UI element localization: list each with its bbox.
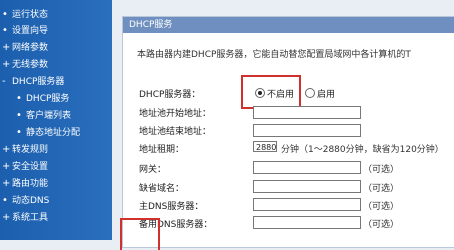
sidebar-item-dhcp-service[interactable]: • DHCP服务 — [0, 92, 112, 106]
pool-start-input[interactable] — [253, 106, 361, 119]
sidebar-item-label: 路由功能 — [12, 179, 49, 189]
sidebar-item-forwarding[interactable]: + 转发规则 — [0, 143, 112, 157]
bullet-icon: • — [2, 25, 8, 36]
sidebar-item-client-list[interactable]: • 客户端列表 — [0, 109, 112, 123]
bullet-icon: • — [16, 127, 22, 138]
lease-label: 地址租期： — [139, 145, 185, 155]
pool-end-label: 地址池结束地址： — [139, 127, 212, 137]
expand-icon: + — [2, 161, 11, 172]
dhcp-panel: DHCP服务 本路由器内建DHCP服务器，它能自动替您配置局域网中各计算机的T … — [122, 16, 454, 248]
lease-hint: 分钟（1～2880分钟，缺省为120分钟） — [281, 145, 444, 155]
dhcp-disable-label: 不启用 — [267, 90, 295, 100]
panel-title: DHCP服务 — [129, 20, 173, 30]
sidebar-item-label: 客户端列表 — [26, 111, 72, 121]
sidebar-item-label: 静态地址分配 — [26, 128, 81, 138]
sidebar-item-status[interactable]: • 运行状态 — [0, 8, 112, 22]
highlight-box — [120, 218, 160, 250]
bullet-icon: • — [2, 195, 8, 206]
dhcp-enable-radio[interactable] — [305, 88, 315, 98]
dns-primary-input[interactable] — [253, 198, 361, 211]
sidebar-item-wireless[interactable]: + 无线参数 — [0, 58, 112, 72]
domain-input[interactable] — [253, 180, 361, 193]
dhcp-enable-label: 启用 — [317, 90, 336, 100]
sidebar-item-ddns[interactable]: • 动态DNS — [0, 194, 112, 208]
bullet-icon: • — [16, 110, 22, 121]
dns-secondary-optional-hint: （可选） — [363, 220, 400, 230]
gateway-input[interactable] — [253, 161, 361, 174]
sidebar-item-label: 系统工具 — [12, 213, 49, 223]
domain-optional-hint: （可选） — [363, 184, 400, 194]
sidebar-item-label: 网络参数 — [12, 43, 49, 53]
sidebar-item-security[interactable]: + 安全设置 — [0, 160, 112, 174]
sidebar-item-label: 运行状态 — [12, 10, 49, 20]
dns-primary-optional-hint: （可选） — [363, 202, 400, 212]
gateway-optional-hint: （可选） — [363, 165, 400, 175]
bullet-icon: • — [16, 93, 22, 104]
sidebar-item-label: 转发规则 — [12, 145, 49, 155]
dns-secondary-input[interactable] — [253, 216, 361, 229]
pool-end-input[interactable] — [253, 124, 361, 137]
sidebar-item-dhcp-server[interactable]: - DHCP服务器 — [0, 75, 112, 89]
sidebar-item-label: 动态DNS — [12, 196, 50, 206]
sidebar-item-label: 无线参数 — [12, 60, 49, 70]
panel-title-bar: DHCP服务 — [123, 17, 454, 33]
sidebar-item-label: 安全设置 — [12, 162, 49, 172]
content-area: DHCP服务 本路由器内建DHCP服务器，它能自动替您配置局域网中各计算机的T … — [112, 0, 454, 250]
sidebar-item-label: DHCP服务 — [26, 94, 70, 104]
sidebar: • 运行状态 • 设置向导 + 网络参数 + 无线参数 - DHCP服务器 • … — [0, 0, 112, 240]
domain-label: 缺省域名： — [139, 184, 185, 194]
collapse-icon: - — [2, 76, 6, 87]
bullet-icon: • — [2, 9, 8, 20]
sidebar-item-label: DHCP服务器 — [12, 77, 65, 87]
sidebar-item-setup-wizard[interactable]: • 设置向导 — [0, 24, 112, 38]
expand-icon: + — [2, 42, 11, 53]
lease-input[interactable]: 2880 — [253, 141, 277, 152]
expand-icon: + — [2, 59, 11, 70]
sidebar-item-network[interactable]: + 网络参数 — [0, 41, 112, 55]
dhcp-server-label: DHCP服务器： — [139, 90, 201, 100]
expand-icon: + — [2, 144, 11, 155]
sidebar-item-routing[interactable]: + 路由功能 — [0, 177, 112, 191]
expand-icon: + — [2, 178, 11, 189]
dhcp-disable-radio[interactable] — [255, 88, 265, 98]
intro-text: 本路由器内建DHCP服务器，它能自动替您配置局域网中各计算机的T — [137, 50, 411, 60]
expand-icon: + — [2, 212, 11, 223]
sidebar-item-label: 设置向导 — [12, 26, 49, 36]
dns-primary-label: 主DNS服务器： — [139, 202, 204, 212]
sidebar-item-static-address[interactable]: • 静态地址分配 — [0, 126, 112, 140]
sidebar-item-system-tools[interactable]: + 系统工具 — [0, 211, 112, 225]
gateway-label: 网关： — [139, 165, 167, 175]
pool-start-label: 地址池开始地址： — [139, 109, 212, 119]
